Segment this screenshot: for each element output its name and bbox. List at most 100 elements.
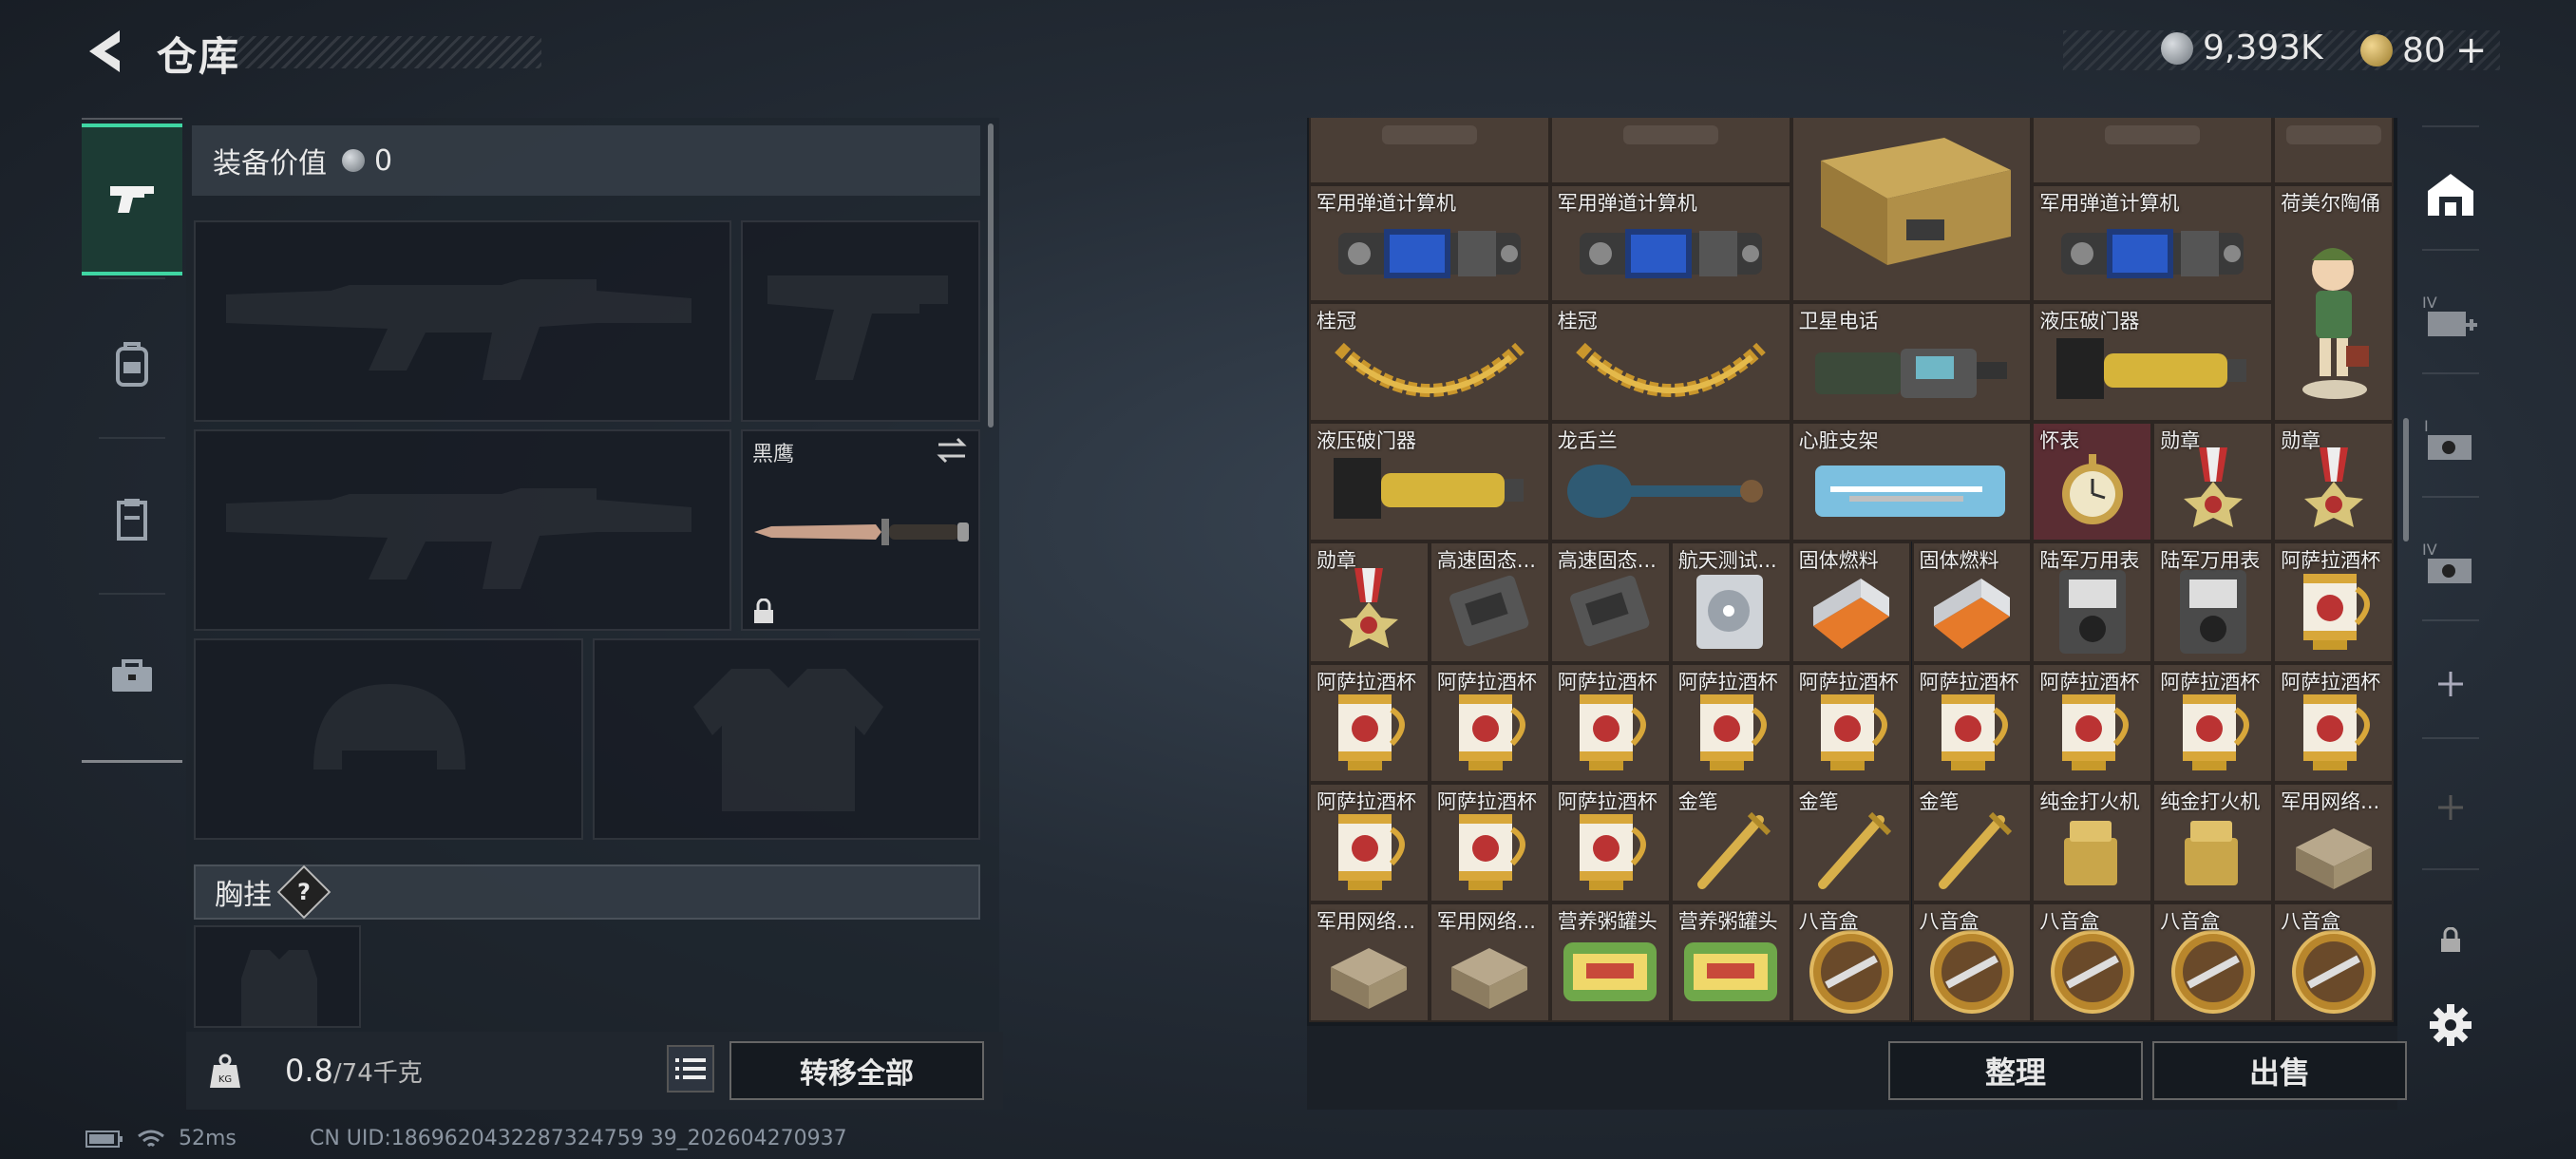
weight-button[interactable]: KG <box>196 1041 255 1100</box>
inventory-item[interactable] <box>1309 118 1550 184</box>
inventory-item[interactable]: 阿萨拉酒杯 <box>1549 663 1671 783</box>
inventory-item[interactable]: 军用弹道计算机 <box>2032 184 2274 302</box>
inventory-item[interactable]: 阿萨拉酒杯 <box>1309 783 1430 902</box>
item-name: 阿萨拉酒杯 <box>1436 790 1537 813</box>
svg-text:I: I <box>2424 417 2429 435</box>
inventory-item[interactable]: 阿萨拉酒杯 <box>1309 663 1430 783</box>
inventory-item[interactable] <box>2032 118 2274 184</box>
tab-toolbox[interactable] <box>82 600 182 752</box>
settings-icon <box>2430 1004 2472 1046</box>
storage-i-icon: I <box>2424 417 2472 460</box>
inventory-item[interactable]: 荷美尔陶俑 <box>2273 184 2395 422</box>
storage-tab-i[interactable]: I <box>2409 393 2492 488</box>
inventory-item[interactable]: 勋章 <box>2152 422 2274 542</box>
inventory-item[interactable]: 固体燃料 <box>1911 542 2033 663</box>
inventory-item[interactable] <box>2273 118 2395 184</box>
inventory-item[interactable]: 纯金打火机 <box>2032 783 2153 902</box>
item-name: 军用弹道计算机 <box>2039 192 2180 215</box>
inventory-item[interactable]: 陆军万用表 <box>2032 542 2153 663</box>
item-name: 阿萨拉酒杯 <box>1557 790 1657 813</box>
add-storage-button-disabled[interactable] <box>2409 770 2492 846</box>
inventory-item[interactable]: 龙舌兰 <box>1549 422 1791 542</box>
item-name: 八音盒 <box>2281 910 2341 933</box>
inventory-item[interactable]: 军用网络... <box>1429 902 1550 1022</box>
storage-tab-iv-add[interactable]: IV <box>2409 270 2492 365</box>
inventory-item[interactable]: 军用网络... <box>1309 902 1430 1022</box>
inventory-item[interactable]: 金笔 <box>1911 783 2033 902</box>
inventory-item[interactable]: 航天测试... <box>1670 542 1791 663</box>
inventory-item[interactable]: 八音盒 <box>2152 902 2274 1022</box>
inventory-item[interactable]: 阿萨拉酒杯 <box>1549 783 1671 902</box>
armor-slot[interactable] <box>593 638 980 840</box>
category-tabs <box>82 118 182 764</box>
add-ticket-button[interactable]: + <box>2455 28 2488 72</box>
add-storage-button[interactable] <box>2409 646 2492 722</box>
inventory-item[interactable]: 阿萨拉酒杯 <box>1911 663 2033 783</box>
inventory-item[interactable]: 营养粥罐头 <box>1670 902 1791 1022</box>
settings-button[interactable] <box>2409 992 2492 1058</box>
inventory-item[interactable]: 桂冠 <box>1549 302 1791 422</box>
inventory-item[interactable]: 阿萨拉酒杯 <box>1429 783 1550 902</box>
secondary-weapon-slot[interactable] <box>741 220 980 422</box>
inventory-item[interactable]: 心脏支架 <box>1790 422 2033 542</box>
svg-text:KG: KG <box>218 1074 232 1085</box>
inventory-item[interactable]: 军用网络... <box>2273 783 2395 902</box>
inventory-item[interactable]: 军用弹道计算机 <box>1309 184 1550 302</box>
chest-rig-slot[interactable] <box>194 925 361 1028</box>
transfer-all-button[interactable]: 转移全部 <box>729 1041 984 1100</box>
inventory-item[interactable]: 勋章 <box>1309 542 1430 663</box>
melee-slot[interactable]: 黑鹰 <box>741 429 980 631</box>
inventory-item[interactable]: 营养粥罐头 <box>1549 902 1671 1022</box>
primary-weapon-slot[interactable] <box>194 220 731 422</box>
tab-vest[interactable] <box>82 443 182 595</box>
weight-icon: KG <box>210 1054 240 1088</box>
inventory-item[interactable]: 纯金打火机 <box>2152 783 2274 902</box>
tab-weapons[interactable] <box>82 124 182 276</box>
equipment-scrollbar[interactable] <box>988 124 994 428</box>
storage-iv-icon: IV <box>2422 541 2472 583</box>
inventory-item[interactable]: 高速固态... <box>1549 542 1671 663</box>
item-name: 心脏支架 <box>1798 429 1879 452</box>
inventory-item[interactable]: 八音盒 <box>1911 902 2033 1022</box>
inventory-item[interactable]: 阿萨拉酒杯 <box>1790 663 1912 783</box>
inventory-item[interactable]: 金笔 <box>1790 783 1912 902</box>
inventory-item[interactable]: 阿萨拉酒杯 <box>2273 542 2395 663</box>
inventory-item[interactable]: 液压破门器 <box>1309 422 1550 542</box>
item-name: 军用网络... <box>1436 910 1536 933</box>
inventory-item[interactable]: 八音盒 <box>1790 902 1912 1022</box>
inventory-item[interactable]: 阿萨拉酒杯 <box>1670 663 1791 783</box>
list-view-button[interactable] <box>667 1045 714 1092</box>
inventory-item[interactable]: 金笔 <box>1670 783 1791 902</box>
inventory-item[interactable]: 阿萨拉酒杯 <box>2273 663 2395 783</box>
swap-icon[interactable] <box>935 437 969 464</box>
inventory-item[interactable]: 阿萨拉酒杯 <box>1429 663 1550 783</box>
inventory-item[interactable]: 军用弹道计算机 <box>1549 184 1791 302</box>
inventory-item[interactable]: 阿萨拉酒杯 <box>2032 663 2153 783</box>
organize-button[interactable]: 整理 <box>1888 1041 2143 1100</box>
inventory-item[interactable]: 陆军万用表 <box>2152 542 2274 663</box>
locked-storage[interactable] <box>2409 912 2492 969</box>
ticket-balance[interactable]: 80 + <box>2360 28 2487 72</box>
inventory-item[interactable]: 八音盒 <box>2032 902 2153 1022</box>
help-button[interactable]: ? <box>276 864 331 920</box>
inventory-item[interactable]: 桂冠 <box>1309 302 1550 422</box>
item-name: 纯金打火机 <box>2160 790 2261 813</box>
inventory-item[interactable]: 阿萨拉酒杯 <box>2152 663 2274 783</box>
back-button[interactable] <box>82 25 129 78</box>
inventory-item[interactable]: 卫星电话 <box>1790 302 2033 422</box>
tab-backpack[interactable] <box>82 289 182 441</box>
inventory-item[interactable] <box>1790 118 2033 302</box>
storage-tab-warehouse[interactable] <box>2409 146 2492 241</box>
sell-button[interactable]: 出售 <box>2152 1041 2407 1100</box>
inventory-item[interactable]: 高速固态... <box>1429 542 1550 663</box>
item-name: 陆军万用表 <box>2160 549 2261 572</box>
inventory-item[interactable]: 固体燃料 <box>1790 542 1912 663</box>
inventory-item[interactable]: 八音盒 <box>2273 902 2395 1022</box>
inventory-item[interactable]: 勋章 <box>2273 422 2395 542</box>
inventory-item[interactable] <box>1549 118 1791 184</box>
primary-weapon-slot-2[interactable] <box>194 429 731 631</box>
storage-tab-iv[interactable]: IV <box>2409 517 2492 612</box>
inventory-item[interactable]: 液压破门器 <box>2032 302 2274 422</box>
inventory-item[interactable]: 怀表 <box>2032 422 2153 542</box>
helmet-slot[interactable] <box>194 638 583 840</box>
